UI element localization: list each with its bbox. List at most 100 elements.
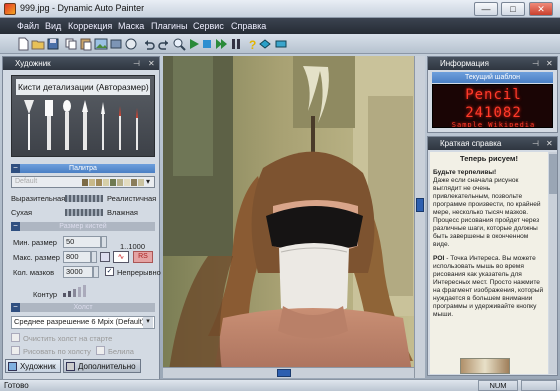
contour-level-icon[interactable] [63, 283, 91, 297]
close-panel-icon[interactable]: ✕ [148, 57, 155, 70]
minimize-button[interactable]: — [474, 2, 498, 16]
help-scroll-thumb[interactable] [549, 154, 557, 194]
horizontal-scrollbar[interactable] [163, 367, 414, 378]
menu-file[interactable]: Файл [17, 21, 39, 31]
play-icon[interactable] [187, 37, 201, 51]
pin-icon[interactable]: ⊣ [532, 57, 539, 70]
dry-wet-slider[interactable] [65, 209, 103, 216]
menu-bar: Файл Вид Коррекция Маска Плагины Сервис … [0, 18, 560, 34]
brush-fan-icon [24, 100, 34, 150]
undo-icon[interactable] [142, 37, 156, 51]
rs-button[interactable]: RS [133, 251, 153, 263]
help-para1: Даже если сначала рисунок выглядит не оч… [433, 177, 541, 248]
resolution-dropdown[interactable]: Среднее разрешение 6 Mpix (Default) ▾ [11, 316, 155, 329]
tab-advanced[interactable]: Дополнительно [63, 359, 141, 373]
play-fast-icon[interactable] [214, 37, 228, 51]
menu-help[interactable]: Справка [231, 21, 266, 31]
artist-panel-title: Художник [15, 59, 51, 68]
layers-icon[interactable] [109, 37, 123, 51]
min-size-label: Мин. размер [13, 238, 57, 247]
led-source-line: Sample Wikipedia [451, 121, 536, 127]
quick-help-panel: Краткая справка ⊣ ✕ Теперь рисуем! Будьт… [427, 136, 558, 376]
lock-icon[interactable] [100, 252, 110, 262]
collapse-icon[interactable]: − [11, 303, 20, 312]
help-para2: - Точка Интереса. Вы можете использовать… [433, 255, 544, 318]
artist-panel: Художник ⊣ ✕ Кисти детализации (Авторазм… [2, 56, 161, 390]
collapse-icon[interactable]: − [11, 222, 20, 231]
close-panel-icon[interactable]: ✕ [546, 137, 553, 150]
whitewash-checkbox[interactable] [96, 346, 105, 355]
realistic-label: Реалистичная [107, 194, 157, 203]
brush-flat-icon [45, 100, 53, 150]
max-size-input[interactable]: 800 [63, 251, 91, 263]
num-lock-indicator: NUM [478, 380, 518, 391]
chevron-down-icon[interactable]: ▾ [143, 317, 153, 328]
draw-on-canvas-label: Рисовать по холсту [23, 347, 91, 356]
pin-icon[interactable]: ⊣ [532, 137, 539, 150]
max-size-spinner[interactable] [91, 251, 97, 263]
save-icon[interactable] [46, 37, 60, 51]
brush-round-icon [63, 100, 71, 150]
mask-icon[interactable] [124, 37, 138, 51]
menu-mask[interactable]: Маска [118, 21, 144, 31]
help-text-area[interactable]: Теперь рисуем! Будьте терпеливы! Даже ес… [430, 152, 548, 374]
horizontal-scroll-thumb[interactable] [277, 369, 291, 377]
web-icon[interactable] [258, 37, 272, 51]
menu-service[interactable]: Сервис [193, 21, 224, 31]
help-para1-title: Будьте терпеливы! [433, 169, 497, 176]
redo-icon[interactable] [157, 37, 171, 51]
help-icon[interactable]: ? [245, 37, 259, 51]
zoom-icon[interactable] [172, 37, 186, 51]
help-scrollbar[interactable] [549, 152, 557, 374]
palette-swatch [124, 179, 130, 186]
info-panel-title: Информация [440, 59, 489, 68]
paste-icon[interactable] [79, 37, 93, 51]
brush-preset-box[interactable]: Кисти детализации (Авторазмер) [11, 75, 155, 157]
brush-size-header-label: Размер кистей [59, 223, 107, 230]
clear-canvas-label: Очистить холст на старте [23, 334, 113, 343]
strokes-spinner[interactable] [93, 266, 99, 278]
stop-icon[interactable] [200, 37, 214, 51]
palette-section-header[interactable]: − Палитра [11, 164, 155, 173]
painting-canvas[interactable] [163, 56, 425, 378]
copy-icon[interactable] [64, 37, 78, 51]
pause-icon[interactable] [229, 37, 243, 51]
open-folder-icon[interactable] [31, 37, 45, 51]
world-icon[interactable] [274, 37, 288, 51]
help-panel-header: Краткая справка ⊣ ✕ [428, 137, 557, 150]
wet-label: Влажная [107, 208, 138, 217]
min-size-input[interactable]: 50 [63, 236, 101, 248]
tab-artist-label: Художник [20, 362, 56, 371]
chevron-down-icon[interactable]: ▾ [146, 177, 150, 186]
help-preview-image [460, 358, 510, 374]
pin-icon[interactable]: ⊣ [133, 57, 140, 70]
curve-icon[interactable]: ∿ [113, 251, 129, 263]
collapse-icon[interactable]: − [11, 164, 20, 173]
tab-artist[interactable]: Художник [5, 359, 61, 373]
menu-view[interactable]: Вид [45, 21, 61, 31]
strokes-input[interactable]: 3000 [63, 266, 93, 278]
led-stroke-count: 241082 [465, 105, 522, 121]
info-panel-header: Информация ⊣ ✕ [428, 57, 557, 70]
draw-on-canvas-checkbox[interactable] [11, 346, 20, 355]
close-panel-icon[interactable]: ✕ [546, 57, 553, 70]
palette-dropdown[interactable]: Default ▾ [11, 176, 155, 188]
menu-correction[interactable]: Коррекция [68, 21, 112, 31]
menu-plugins[interactable]: Плагины [151, 21, 187, 31]
continuous-label: Непрерывно [117, 268, 161, 277]
vertical-scroll-thumb[interactable] [416, 198, 424, 212]
palette-swatch [96, 179, 102, 186]
close-button[interactable]: ✕ [529, 2, 553, 16]
maximize-button[interactable]: □ [501, 2, 525, 16]
min-size-spinner[interactable] [101, 236, 107, 248]
canvas-section-header[interactable]: − Холст [11, 303, 155, 312]
palette-value: Default [15, 178, 38, 185]
brush-size-section-header[interactable]: − Размер кистей [11, 222, 155, 231]
new-file-icon[interactable] [16, 37, 30, 51]
vertical-scrollbar[interactable] [414, 56, 425, 378]
image-icon[interactable] [94, 37, 108, 51]
clear-canvas-checkbox[interactable] [11, 333, 20, 342]
continuous-checkbox[interactable]: ✓ [105, 267, 114, 276]
expressive-realistic-slider[interactable] [65, 195, 103, 202]
palette-swatch [110, 179, 116, 186]
